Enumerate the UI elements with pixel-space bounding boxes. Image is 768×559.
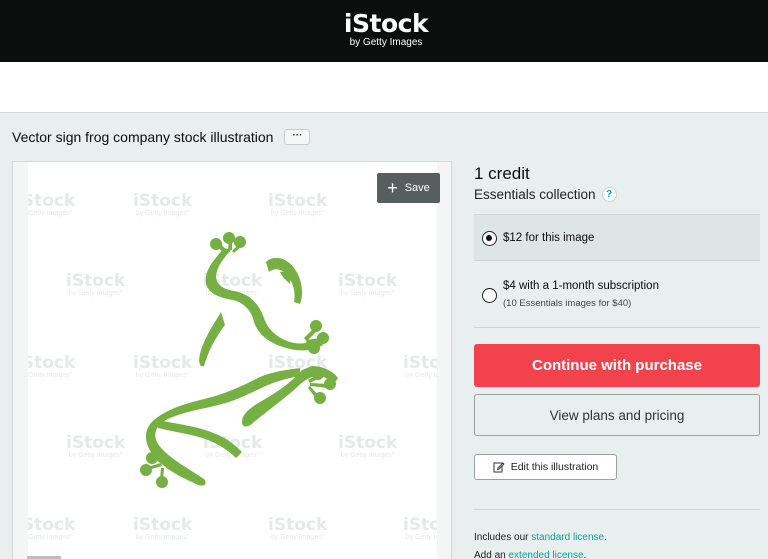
plus-icon: + <box>387 178 398 198</box>
save-label: Save <box>404 182 430 194</box>
continue-purchase-button[interactable]: Continue with purchase <box>474 344 760 387</box>
license-suffix: . <box>604 532 607 543</box>
credit-price: 1 credit <box>474 164 530 183</box>
option-subscription-detail: (10 Essentials images for $40) <box>503 298 632 309</box>
secondary-bar <box>0 62 768 113</box>
radio-subscription[interactable] <box>482 288 497 303</box>
collection-label: Essentials collection ? <box>474 187 617 202</box>
radio-single-image[interactable] <box>482 231 497 246</box>
option-single-image[interactable]: $12 for this image <box>474 214 760 261</box>
edit-illustration-button[interactable]: Edit this illustration <box>474 454 617 480</box>
frog-toe <box>317 332 329 344</box>
collection-name: Essentials collection <box>474 187 596 202</box>
license-prefix: Includes our <box>474 532 532 543</box>
more-options-button[interactable]: ··· <box>284 129 311 145</box>
istock-logo[interactable]: iStock by Getty Images <box>340 10 432 52</box>
option-subscription-label: $4 with a 1-month subscription <box>503 280 659 292</box>
edit-label: Edit this illustration <box>510 461 599 473</box>
ext-prefix: Add an <box>474 550 509 559</box>
extended-license-link[interactable]: extended license <box>508 550 583 559</box>
frog-lower-leg <box>158 420 242 458</box>
ext-suffix: . <box>583 550 587 559</box>
frog-head <box>266 257 302 304</box>
save-button[interactable]: + Save <box>377 173 440 203</box>
frog-toe <box>140 464 152 476</box>
title-row: Vector sign frog company stock illustrat… <box>12 127 311 147</box>
logo-tagline: by Getty Images <box>349 37 423 48</box>
frog-front-arm <box>199 312 225 367</box>
preview-image: iStockby Getty Images° iStockby Getty Im… <box>28 162 437 559</box>
divider <box>474 509 760 510</box>
edit-icon <box>493 462 505 473</box>
frog-upper-arm <box>205 248 323 351</box>
option-subscription[interactable]: $4 with a 1-month subscription (10 Essen… <box>474 261 760 328</box>
view-plans-button[interactable]: View plans and pricing <box>474 394 760 436</box>
frog-illustration <box>140 232 338 488</box>
standard-license-link[interactable]: standard license <box>531 532 604 543</box>
extended-license-note: Add an extended license. <box>474 550 586 559</box>
image-preview: iStockby Getty Images° iStockby Getty Im… <box>12 161 452 559</box>
option-single-image-label: $12 for this image <box>503 232 595 244</box>
help-icon[interactable]: ? <box>601 187 617 202</box>
frog-toe <box>308 342 320 354</box>
top-header: iStock by Getty Images <box>0 0 768 62</box>
license-note: Includes our standard license. <box>474 532 607 543</box>
logo-wordmark: iStock <box>343 9 429 38</box>
page-title: Vector sign frog company stock illustrat… <box>12 129 274 145</box>
